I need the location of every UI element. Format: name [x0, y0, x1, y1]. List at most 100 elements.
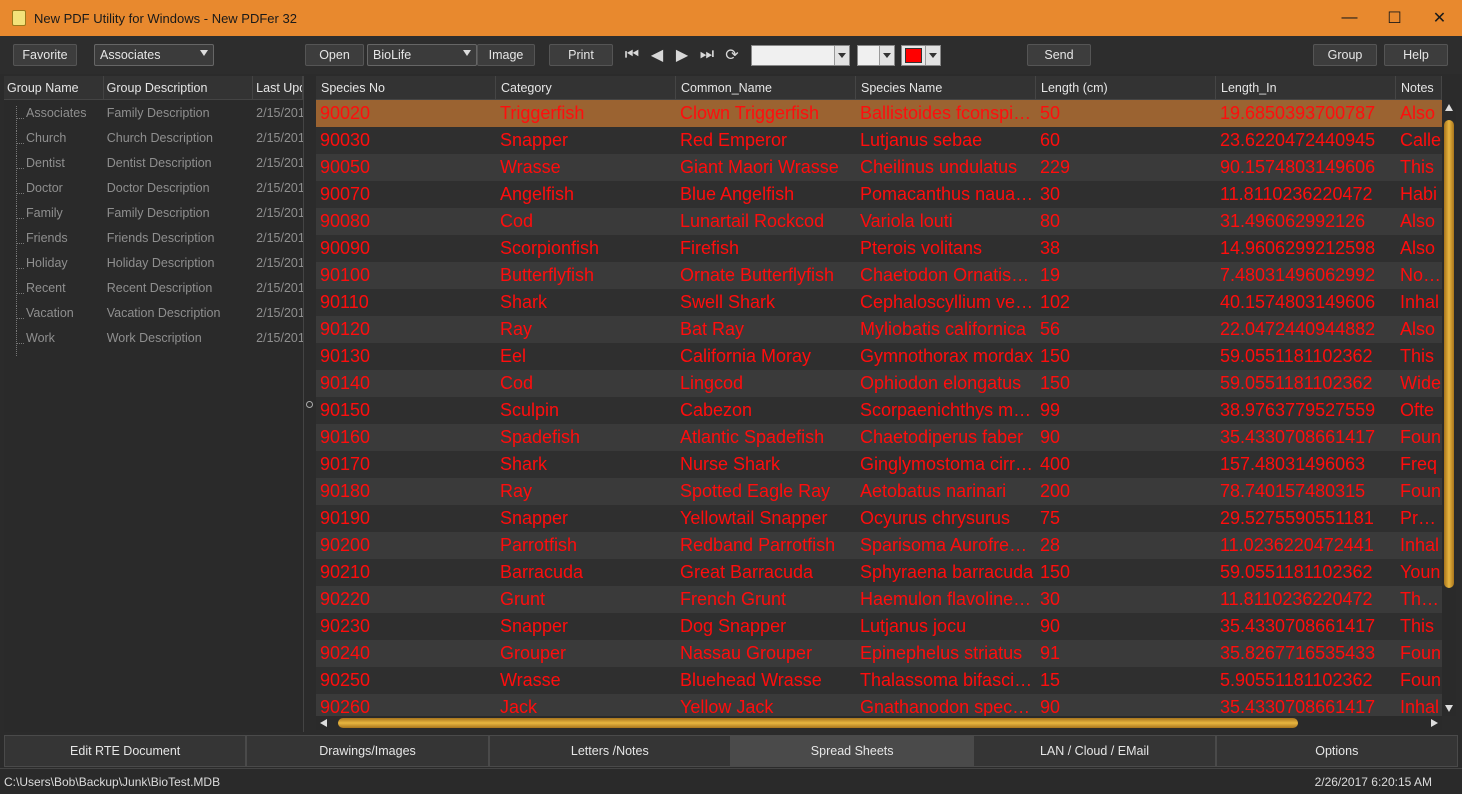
- column-header-category[interactable]: Category: [496, 76, 676, 100]
- scroll-right-icon[interactable]: [1431, 719, 1438, 727]
- group-row[interactable]: Dentist Dentist Description 2/15/201: [4, 150, 303, 181]
- group-row[interactable]: Family Family Description 2/15/201: [4, 200, 303, 231]
- chevron-down-icon[interactable]: [879, 46, 894, 65]
- notes-cell: Foun: [1400, 427, 1442, 447]
- species-no-cell: 90260: [320, 697, 371, 716]
- tab-drawings-images[interactable]: Drawings/Images: [246, 735, 489, 767]
- table-row[interactable]: 90150 Sculpin Cabezon Scorpaenichthys m… 99 3…: [316, 397, 1442, 424]
- common-name-cell: French Grunt: [680, 589, 787, 609]
- length-in-cell: 40.1574803149606: [1220, 292, 1376, 312]
- notes-cell: Inhal: [1400, 535, 1440, 555]
- open-button[interactable]: Open: [305, 44, 364, 66]
- chevron-down-icon[interactable]: [834, 46, 849, 65]
- group-button[interactable]: Group: [1313, 44, 1377, 66]
- group-row[interactable]: Vacation Vacation Description 2/15/201: [4, 300, 303, 331]
- common-name-cell: California Moray: [680, 346, 812, 366]
- help-button[interactable]: Help: [1384, 44, 1448, 66]
- group-description-cell: Work Description: [106, 330, 202, 345]
- group-row[interactable]: Recent Recent Description 2/15/201: [4, 275, 303, 306]
- species-name-cell: Cheilinus undulatus: [860, 157, 1018, 177]
- table-row[interactable]: 90220 Grunt French Grunt Haemulon flavoline…: [316, 586, 1442, 613]
- scroll-up-icon[interactable]: [1445, 104, 1453, 111]
- length-cm-cell: 30: [1040, 589, 1061, 609]
- column-header-common-name[interactable]: Common_Name: [676, 76, 856, 100]
- splitter-handle[interactable]: [306, 401, 313, 408]
- horizontal-scrollbar[interactable]: [316, 716, 1442, 730]
- tab-letters-notes[interactable]: Letters /Notes: [488, 735, 731, 767]
- scroll-left-icon[interactable]: [320, 719, 327, 727]
- column-header-group-name[interactable]: Group Name: [4, 76, 104, 100]
- table-row[interactable]: 90170 Shark Nurse Shark Ginglymostoma cirr……: [316, 451, 1442, 478]
- notes-cell: Also: [1400, 211, 1436, 231]
- column-header-last-updated[interactable]: Last Upd: [253, 76, 303, 100]
- notes-cell: The F: [1400, 589, 1442, 609]
- last-record-icon[interactable]: ⏭: [695, 44, 719, 66]
- table-row[interactable]: 90240 Grouper Nassau Grouper Epinephelus st…: [316, 640, 1442, 667]
- category-cell: Wrasse: [500, 157, 561, 177]
- tab-options[interactable]: Options: [1215, 735, 1458, 767]
- next-record-icon[interactable]: ▶: [670, 44, 694, 66]
- table-row[interactable]: 90070 Angelfish Blue Angelfish Pomacanthus …: [316, 181, 1442, 208]
- tab-edit-rte-document[interactable]: Edit RTE Document: [4, 735, 247, 767]
- table-row[interactable]: 90260 Jack Yellow Jack Gnathanodon spec… 90 3…: [316, 694, 1442, 716]
- size-combo[interactable]: [857, 45, 895, 66]
- print-button[interactable]: Print: [549, 44, 613, 66]
- table-row[interactable]: 90050 Wrasse Giant Maori Wrasse Cheilinus u…: [316, 154, 1442, 181]
- group-row[interactable]: Work Work Description 2/15/201: [4, 325, 303, 356]
- column-header-length-cm[interactable]: Length (cm): [1036, 76, 1216, 100]
- group-row[interactable]: Church Church Description 2/15/201: [4, 125, 303, 156]
- table-row-selected[interactable]: 90020 Triggerfish Clown Triggerfish Ballist…: [316, 100, 1442, 127]
- column-header-length-in[interactable]: Length_In: [1216, 76, 1396, 100]
- table-row[interactable]: 90160 Spadefish Atlantic Spadefish Chaetodi…: [316, 424, 1442, 451]
- table-row[interactable]: 90210 Barracuda Great Barracuda Sphyraena b…: [316, 559, 1442, 586]
- color-combo[interactable]: [901, 45, 941, 66]
- table-row[interactable]: 90130 Eel California Moray Gymnothorax mord…: [316, 343, 1442, 370]
- table-row[interactable]: 90190 Snapper Yellowtail Snapper Ocyurus ch…: [316, 505, 1442, 532]
- length-cm-cell: 200: [1040, 481, 1071, 501]
- group-row[interactable]: Doctor Doctor Description 2/15/201: [4, 175, 303, 206]
- previous-record-icon[interactable]: ◀: [645, 44, 669, 66]
- group-row[interactable]: Associates Family Description 2/15/201: [4, 100, 303, 131]
- maximize-button[interactable]: ☐: [1372, 0, 1417, 36]
- species-name-cell: Lutjanus jocu: [860, 616, 967, 636]
- vertical-scroll-thumb[interactable]: [1444, 120, 1454, 588]
- table-row[interactable]: 90080 Cod Lunartail Rockcod Variola louti 80…: [316, 208, 1442, 235]
- minimize-button[interactable]: —: [1327, 0, 1372, 36]
- tab-lan-cloud-email[interactable]: LAN / Cloud / EMail: [973, 735, 1216, 767]
- chevron-down-icon: [200, 50, 208, 56]
- table-row[interactable]: 90120 Ray Bat Ray Myliobatis californica 56 2…: [316, 316, 1442, 343]
- column-header-species-name[interactable]: Species Name: [856, 76, 1036, 100]
- send-button[interactable]: Send: [1027, 44, 1091, 66]
- species-no-cell: 90190: [320, 508, 371, 528]
- favorite-button[interactable]: Favorite: [13, 44, 77, 66]
- group-select[interactable]: Associates: [94, 44, 214, 66]
- database-select[interactable]: BioLife: [367, 44, 477, 66]
- horizontal-scroll-thumb[interactable]: [338, 718, 1298, 728]
- notes-cell: This: [1400, 616, 1435, 636]
- group-list-header: Group Name Group Description Last Upd: [4, 76, 303, 100]
- timestamp: 2/26/2017 6:20:15 AM: [1314, 775, 1432, 789]
- table-row[interactable]: 90090 Scorpionfish Firefish Pterois volitan…: [316, 235, 1442, 262]
- table-row[interactable]: 90140 Cod Lingcod Ophiodon elongatus 150 59.0…: [316, 370, 1442, 397]
- column-header-notes[interactable]: Notes: [1396, 76, 1442, 100]
- column-header-group-description[interactable]: Group Description: [104, 76, 254, 100]
- table-row[interactable]: 90030 Snapper Red Emperor Lutjanus sebae 60 2…: [316, 127, 1442, 154]
- table-row[interactable]: 90100 Butterflyfish Ornate Butterflyfish Ch…: [316, 262, 1442, 289]
- table-row[interactable]: 90230 Snapper Dog Snapper Lutjanus jocu 90 35…: [316, 613, 1442, 640]
- table-row[interactable]: 90250 Wrasse Bluehead Wrasse Thalassoma bif…: [316, 667, 1442, 694]
- table-row[interactable]: 90200 Parrotfish Redband Parrotfish Spariso…: [316, 532, 1442, 559]
- vertical-scrollbar[interactable]: [1442, 100, 1456, 716]
- font-combo[interactable]: [751, 45, 850, 66]
- refresh-icon[interactable]: ⟳: [720, 44, 744, 66]
- close-button[interactable]: ✕: [1417, 0, 1462, 36]
- tab-spread-sheets[interactable]: Spread Sheets: [730, 735, 974, 767]
- image-button[interactable]: Image: [477, 44, 535, 66]
- group-row[interactable]: Holiday Holiday Description 2/15/201: [4, 250, 303, 281]
- chevron-down-icon[interactable]: [925, 46, 940, 65]
- table-row[interactable]: 90110 Shark Swell Shark Cephaloscyllium ve……: [316, 289, 1442, 316]
- column-header-species-no[interactable]: Species No: [316, 76, 496, 100]
- first-record-icon[interactable]: ⏮: [620, 44, 644, 66]
- scroll-down-icon[interactable]: [1445, 705, 1453, 712]
- table-row[interactable]: 90180 Ray Spotted Eagle Ray Aetobatus narin…: [316, 478, 1442, 505]
- group-row[interactable]: Friends Friends Description 2/15/201: [4, 225, 303, 256]
